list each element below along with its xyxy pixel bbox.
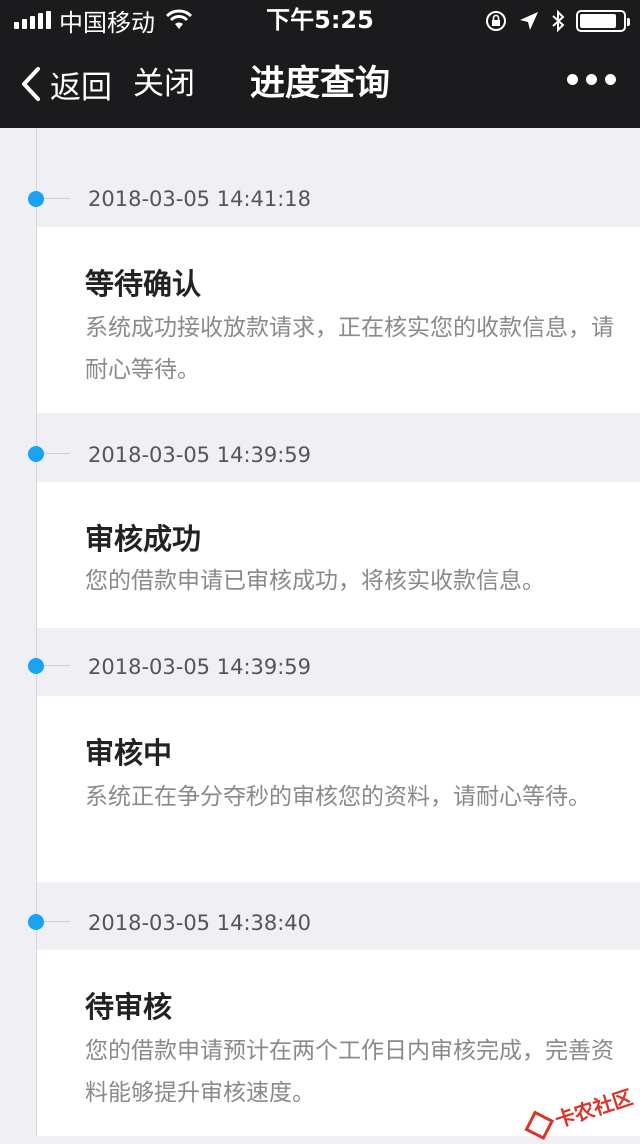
timeline-tick <box>44 921 70 922</box>
more-dot-icon <box>586 74 597 85</box>
entry-title: 审核中 <box>85 736 173 770</box>
entry-title: 等待确认 <box>85 267 202 301</box>
entry-description: 您的借款申请已审核成功，将核实收款信息。 <box>85 568 545 594</box>
timeline-card: 等待确认 系统成功接收放款请求，正在核实您的收款信息，请耐心等待。 <box>37 227 640 413</box>
entry-timestamp: 2018-03-05 14:39:59 <box>88 443 312 467</box>
entry-description: 系统正在争分夺秒的审核您的资料，请耐心等待。 <box>85 784 591 810</box>
status-bar: 中国移动 下午5:25 <box>0 0 640 40</box>
more-options-button[interactable] <box>567 74 616 85</box>
battery-level <box>580 14 616 28</box>
location-icon <box>520 12 538 30</box>
bluetooth-icon <box>552 9 565 33</box>
entry-title: 待审核 <box>85 990 173 1024</box>
timeline-tick <box>44 198 70 199</box>
back-label: 返回 <box>50 69 112 106</box>
app-header: 中国移动 下午5:25 返回 关闭 进度查询 <box>0 0 640 128</box>
more-dot-icon <box>605 74 616 85</box>
close-button[interactable]: 关闭 <box>133 62 195 106</box>
timeline-tick <box>44 665 70 666</box>
rotation-lock-icon <box>486 11 506 31</box>
entry-timestamp: 2018-03-05 14:38:40 <box>88 911 312 935</box>
timeline-dot <box>28 658 44 674</box>
battery-icon <box>576 10 630 32</box>
progress-timeline: 2018-03-05 14:41:18 等待确认 系统成功接收放款请求，正在核实… <box>0 128 640 1136</box>
back-button[interactable]: 返回 <box>20 62 112 106</box>
more-dot-icon <box>567 74 578 85</box>
nav-bar: 返回 关闭 进度查询 <box>0 40 640 128</box>
entry-timestamp: 2018-03-05 14:39:59 <box>88 655 312 679</box>
status-right <box>484 8 630 34</box>
timeline-dot <box>28 446 44 462</box>
timeline-dot <box>28 914 44 930</box>
timeline-card: 审核成功 您的借款申请已审核成功，将核实收款信息。 <box>37 482 640 628</box>
timeline-tick <box>44 453 70 454</box>
entry-title: 审核成功 <box>85 522 202 556</box>
entry-description: 您的借款申请预计在两个工作日内审核完成，完善资料能够提升审核速度。 <box>85 1038 614 1106</box>
chevron-left-icon <box>22 67 40 101</box>
timeline-card: 审核中 系统正在争分夺秒的审核您的资料，请耐心等待。 <box>37 696 640 882</box>
entry-description: 系统成功接收放款请求，正在核实您的收款信息，请耐心等待。 <box>85 315 614 383</box>
timeline-dot <box>28 191 44 207</box>
entry-timestamp: 2018-03-05 14:41:18 <box>88 187 312 211</box>
